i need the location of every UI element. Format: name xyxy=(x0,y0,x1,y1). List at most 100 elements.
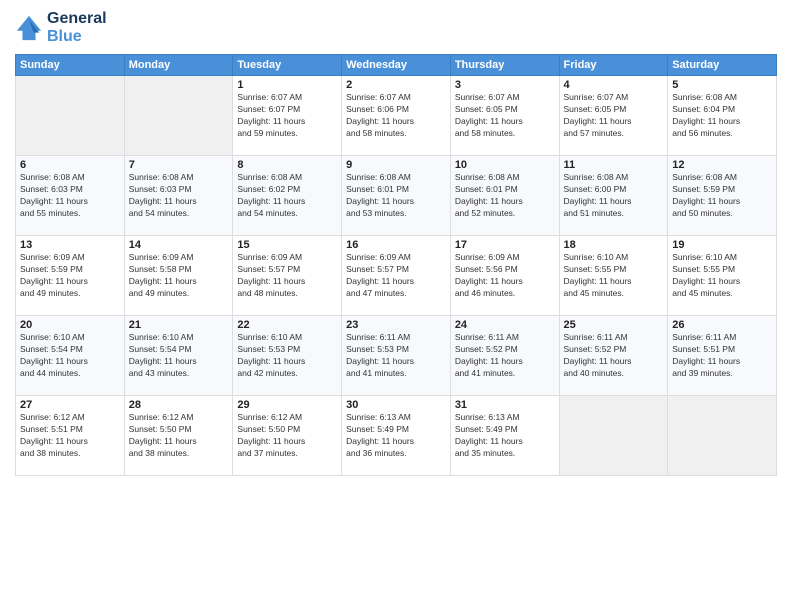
calendar-cell xyxy=(16,76,125,156)
calendar-cell xyxy=(124,76,233,156)
calendar-cell: 16Sunrise: 6:09 AM Sunset: 5:57 PM Dayli… xyxy=(342,236,451,316)
day-number: 25 xyxy=(564,319,664,331)
weekday-header-tuesday: Tuesday xyxy=(233,55,342,76)
day-number: 9 xyxy=(346,159,446,171)
calendar-cell: 15Sunrise: 6:09 AM Sunset: 5:57 PM Dayli… xyxy=(233,236,342,316)
day-info: Sunrise: 6:08 AM Sunset: 6:01 PM Dayligh… xyxy=(455,172,555,220)
day-info: Sunrise: 6:13 AM Sunset: 5:49 PM Dayligh… xyxy=(455,412,555,460)
day-info: Sunrise: 6:09 AM Sunset: 5:59 PM Dayligh… xyxy=(20,252,120,300)
day-number: 17 xyxy=(455,239,555,251)
day-info: Sunrise: 6:10 AM Sunset: 5:54 PM Dayligh… xyxy=(20,332,120,380)
calendar-cell xyxy=(559,396,668,476)
day-number: 13 xyxy=(20,239,120,251)
calendar-container: General Blue SundayMondayTuesdayWednesda… xyxy=(0,0,792,612)
calendar-cell: 4Sunrise: 6:07 AM Sunset: 6:05 PM Daylig… xyxy=(559,76,668,156)
calendar-cell: 9Sunrise: 6:08 AM Sunset: 6:01 PM Daylig… xyxy=(342,156,451,236)
day-info: Sunrise: 6:08 AM Sunset: 5:59 PM Dayligh… xyxy=(672,172,772,220)
calendar-cell: 10Sunrise: 6:08 AM Sunset: 6:01 PM Dayli… xyxy=(450,156,559,236)
day-info: Sunrise: 6:13 AM Sunset: 5:49 PM Dayligh… xyxy=(346,412,446,460)
header: General Blue xyxy=(15,10,777,46)
weekday-header-monday: Monday xyxy=(124,55,233,76)
day-number: 15 xyxy=(237,239,337,251)
day-info: Sunrise: 6:08 AM Sunset: 6:00 PM Dayligh… xyxy=(564,172,664,220)
calendar-cell: 8Sunrise: 6:08 AM Sunset: 6:02 PM Daylig… xyxy=(233,156,342,236)
weekday-header-friday: Friday xyxy=(559,55,668,76)
day-number: 10 xyxy=(455,159,555,171)
calendar-cell: 13Sunrise: 6:09 AM Sunset: 5:59 PM Dayli… xyxy=(16,236,125,316)
day-number: 30 xyxy=(346,399,446,411)
calendar-cell: 22Sunrise: 6:10 AM Sunset: 5:53 PM Dayli… xyxy=(233,316,342,396)
calendar-cell xyxy=(668,396,777,476)
weekday-header-thursday: Thursday xyxy=(450,55,559,76)
calendar-cell: 5Sunrise: 6:08 AM Sunset: 6:04 PM Daylig… xyxy=(668,76,777,156)
day-number: 12 xyxy=(672,159,772,171)
calendar-table: SundayMondayTuesdayWednesdayThursdayFrid… xyxy=(15,54,777,476)
calendar-cell: 1Sunrise: 6:07 AM Sunset: 6:07 PM Daylig… xyxy=(233,76,342,156)
day-info: Sunrise: 6:09 AM Sunset: 5:56 PM Dayligh… xyxy=(455,252,555,300)
weekday-row: SundayMondayTuesdayWednesdayThursdayFrid… xyxy=(16,55,777,76)
day-info: Sunrise: 6:08 AM Sunset: 6:03 PM Dayligh… xyxy=(129,172,229,220)
calendar-cell: 30Sunrise: 6:13 AM Sunset: 5:49 PM Dayli… xyxy=(342,396,451,476)
week-row-5: 27Sunrise: 6:12 AM Sunset: 5:51 PM Dayli… xyxy=(16,396,777,476)
day-info: Sunrise: 6:07 AM Sunset: 6:06 PM Dayligh… xyxy=(346,92,446,140)
day-info: Sunrise: 6:11 AM Sunset: 5:51 PM Dayligh… xyxy=(672,332,772,380)
week-row-4: 20Sunrise: 6:10 AM Sunset: 5:54 PM Dayli… xyxy=(16,316,777,396)
calendar-cell: 17Sunrise: 6:09 AM Sunset: 5:56 PM Dayli… xyxy=(450,236,559,316)
day-number: 22 xyxy=(237,319,337,331)
day-number: 4 xyxy=(564,79,664,91)
day-info: Sunrise: 6:08 AM Sunset: 6:04 PM Dayligh… xyxy=(672,92,772,140)
day-info: Sunrise: 6:07 AM Sunset: 6:07 PM Dayligh… xyxy=(237,92,337,140)
day-number: 2 xyxy=(346,79,446,91)
day-info: Sunrise: 6:10 AM Sunset: 5:55 PM Dayligh… xyxy=(672,252,772,300)
day-info: Sunrise: 6:08 AM Sunset: 6:01 PM Dayligh… xyxy=(346,172,446,220)
calendar-cell: 19Sunrise: 6:10 AM Sunset: 5:55 PM Dayli… xyxy=(668,236,777,316)
day-number: 27 xyxy=(20,399,120,411)
calendar-cell: 18Sunrise: 6:10 AM Sunset: 5:55 PM Dayli… xyxy=(559,236,668,316)
day-info: Sunrise: 6:12 AM Sunset: 5:51 PM Dayligh… xyxy=(20,412,120,460)
day-number: 31 xyxy=(455,399,555,411)
week-row-1: 1Sunrise: 6:07 AM Sunset: 6:07 PM Daylig… xyxy=(16,76,777,156)
calendar-cell: 3Sunrise: 6:07 AM Sunset: 6:05 PM Daylig… xyxy=(450,76,559,156)
logo-icon xyxy=(15,14,43,42)
day-info: Sunrise: 6:11 AM Sunset: 5:52 PM Dayligh… xyxy=(455,332,555,380)
day-info: Sunrise: 6:11 AM Sunset: 5:52 PM Dayligh… xyxy=(564,332,664,380)
day-info: Sunrise: 6:09 AM Sunset: 5:57 PM Dayligh… xyxy=(346,252,446,300)
week-row-3: 13Sunrise: 6:09 AM Sunset: 5:59 PM Dayli… xyxy=(16,236,777,316)
day-number: 26 xyxy=(672,319,772,331)
calendar-header: SundayMondayTuesdayWednesdayThursdayFrid… xyxy=(16,55,777,76)
calendar-cell: 6Sunrise: 6:08 AM Sunset: 6:03 PM Daylig… xyxy=(16,156,125,236)
day-number: 5 xyxy=(672,79,772,91)
calendar-cell: 29Sunrise: 6:12 AM Sunset: 5:50 PM Dayli… xyxy=(233,396,342,476)
day-number: 1 xyxy=(237,79,337,91)
day-info: Sunrise: 6:07 AM Sunset: 6:05 PM Dayligh… xyxy=(564,92,664,140)
day-number: 11 xyxy=(564,159,664,171)
logo-text: General Blue xyxy=(47,10,107,46)
day-number: 21 xyxy=(129,319,229,331)
calendar-body: 1Sunrise: 6:07 AM Sunset: 6:07 PM Daylig… xyxy=(16,76,777,476)
day-number: 24 xyxy=(455,319,555,331)
week-row-2: 6Sunrise: 6:08 AM Sunset: 6:03 PM Daylig… xyxy=(16,156,777,236)
calendar-cell: 2Sunrise: 6:07 AM Sunset: 6:06 PM Daylig… xyxy=(342,76,451,156)
calendar-cell: 12Sunrise: 6:08 AM Sunset: 5:59 PM Dayli… xyxy=(668,156,777,236)
calendar-cell: 11Sunrise: 6:08 AM Sunset: 6:00 PM Dayli… xyxy=(559,156,668,236)
calendar-cell: 27Sunrise: 6:12 AM Sunset: 5:51 PM Dayli… xyxy=(16,396,125,476)
calendar-cell: 24Sunrise: 6:11 AM Sunset: 5:52 PM Dayli… xyxy=(450,316,559,396)
day-info: Sunrise: 6:12 AM Sunset: 5:50 PM Dayligh… xyxy=(129,412,229,460)
weekday-header-wednesday: Wednesday xyxy=(342,55,451,76)
calendar-cell: 21Sunrise: 6:10 AM Sunset: 5:54 PM Dayli… xyxy=(124,316,233,396)
logo: General Blue xyxy=(15,10,107,46)
day-number: 28 xyxy=(129,399,229,411)
day-number: 23 xyxy=(346,319,446,331)
day-number: 16 xyxy=(346,239,446,251)
day-info: Sunrise: 6:09 AM Sunset: 5:58 PM Dayligh… xyxy=(129,252,229,300)
calendar-cell: 26Sunrise: 6:11 AM Sunset: 5:51 PM Dayli… xyxy=(668,316,777,396)
day-number: 20 xyxy=(20,319,120,331)
day-info: Sunrise: 6:09 AM Sunset: 5:57 PM Dayligh… xyxy=(237,252,337,300)
calendar-cell: 14Sunrise: 6:09 AM Sunset: 5:58 PM Dayli… xyxy=(124,236,233,316)
day-number: 18 xyxy=(564,239,664,251)
day-number: 3 xyxy=(455,79,555,91)
day-number: 29 xyxy=(237,399,337,411)
day-number: 8 xyxy=(237,159,337,171)
calendar-cell: 23Sunrise: 6:11 AM Sunset: 5:53 PM Dayli… xyxy=(342,316,451,396)
weekday-header-sunday: Sunday xyxy=(16,55,125,76)
